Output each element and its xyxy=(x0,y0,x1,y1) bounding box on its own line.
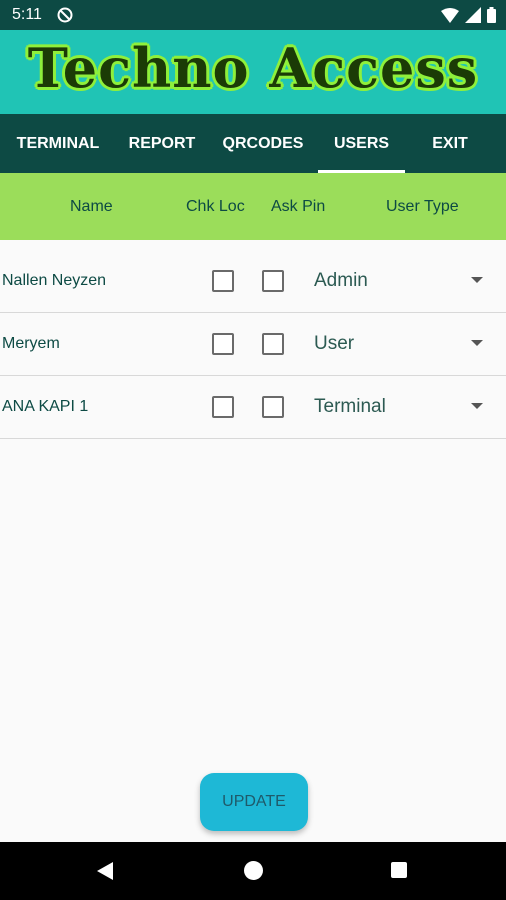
dropdown-arrow-icon[interactable] xyxy=(471,340,483,346)
status-icons xyxy=(441,6,496,24)
tab-exit[interactable]: EXIT xyxy=(405,114,495,173)
column-header-ask-pin: Ask Pin xyxy=(271,198,326,215)
system-nav-bar xyxy=(0,842,506,900)
table-row: Meryem User xyxy=(0,313,506,376)
user-name: Meryem xyxy=(2,335,60,352)
column-header-chk-loc: Chk Loc xyxy=(186,198,245,215)
app-title: Techno Access xyxy=(27,36,479,100)
ask-pin-checkbox[interactable] xyxy=(262,396,284,418)
table-row: Nallen Neyzen Admin xyxy=(0,250,506,313)
chk-loc-checkbox[interactable] xyxy=(212,396,234,418)
battery-icon xyxy=(487,7,496,23)
back-icon[interactable] xyxy=(97,862,113,880)
do-not-disturb-icon xyxy=(57,7,73,23)
table-row: ANA KAPI 1 Terminal xyxy=(0,376,506,439)
dropdown-arrow-icon[interactable] xyxy=(471,277,483,283)
user-name: Nallen Neyzen xyxy=(2,272,107,289)
column-header-user-type: User Type xyxy=(386,198,459,215)
tab-bar: TERMINAL REPORT QRCODES USERS EXIT xyxy=(0,114,506,173)
table-header: Name Chk Loc Ask Pin User Type xyxy=(0,173,506,240)
home-icon[interactable] xyxy=(244,861,263,880)
user-type-select[interactable]: User xyxy=(314,333,354,355)
user-type-select[interactable]: Terminal xyxy=(314,396,386,418)
tab-users[interactable]: USERS xyxy=(318,114,405,173)
status-time: 5:11 xyxy=(12,6,42,23)
tab-qrcodes[interactable]: QRCODES xyxy=(208,114,318,173)
user-name: ANA KAPI 1 xyxy=(2,398,89,415)
wifi-icon xyxy=(441,8,459,23)
ask-pin-checkbox[interactable] xyxy=(262,333,284,355)
dropdown-arrow-icon[interactable] xyxy=(471,403,483,409)
status-bar: 5:11 xyxy=(0,0,506,30)
chk-loc-checkbox[interactable] xyxy=(212,270,234,292)
recent-apps-icon[interactable] xyxy=(391,862,407,878)
ask-pin-checkbox[interactable] xyxy=(262,270,284,292)
signal-icon xyxy=(465,7,481,23)
chk-loc-checkbox[interactable] xyxy=(212,333,234,355)
tab-report[interactable]: REPORT xyxy=(116,114,208,173)
tab-terminal[interactable]: TERMINAL xyxy=(0,114,116,173)
column-header-name: Name xyxy=(70,198,113,215)
update-button[interactable]: UPDATE xyxy=(200,773,308,831)
user-type-select[interactable]: Admin xyxy=(314,270,368,292)
app-banner: Techno Access xyxy=(0,30,506,114)
